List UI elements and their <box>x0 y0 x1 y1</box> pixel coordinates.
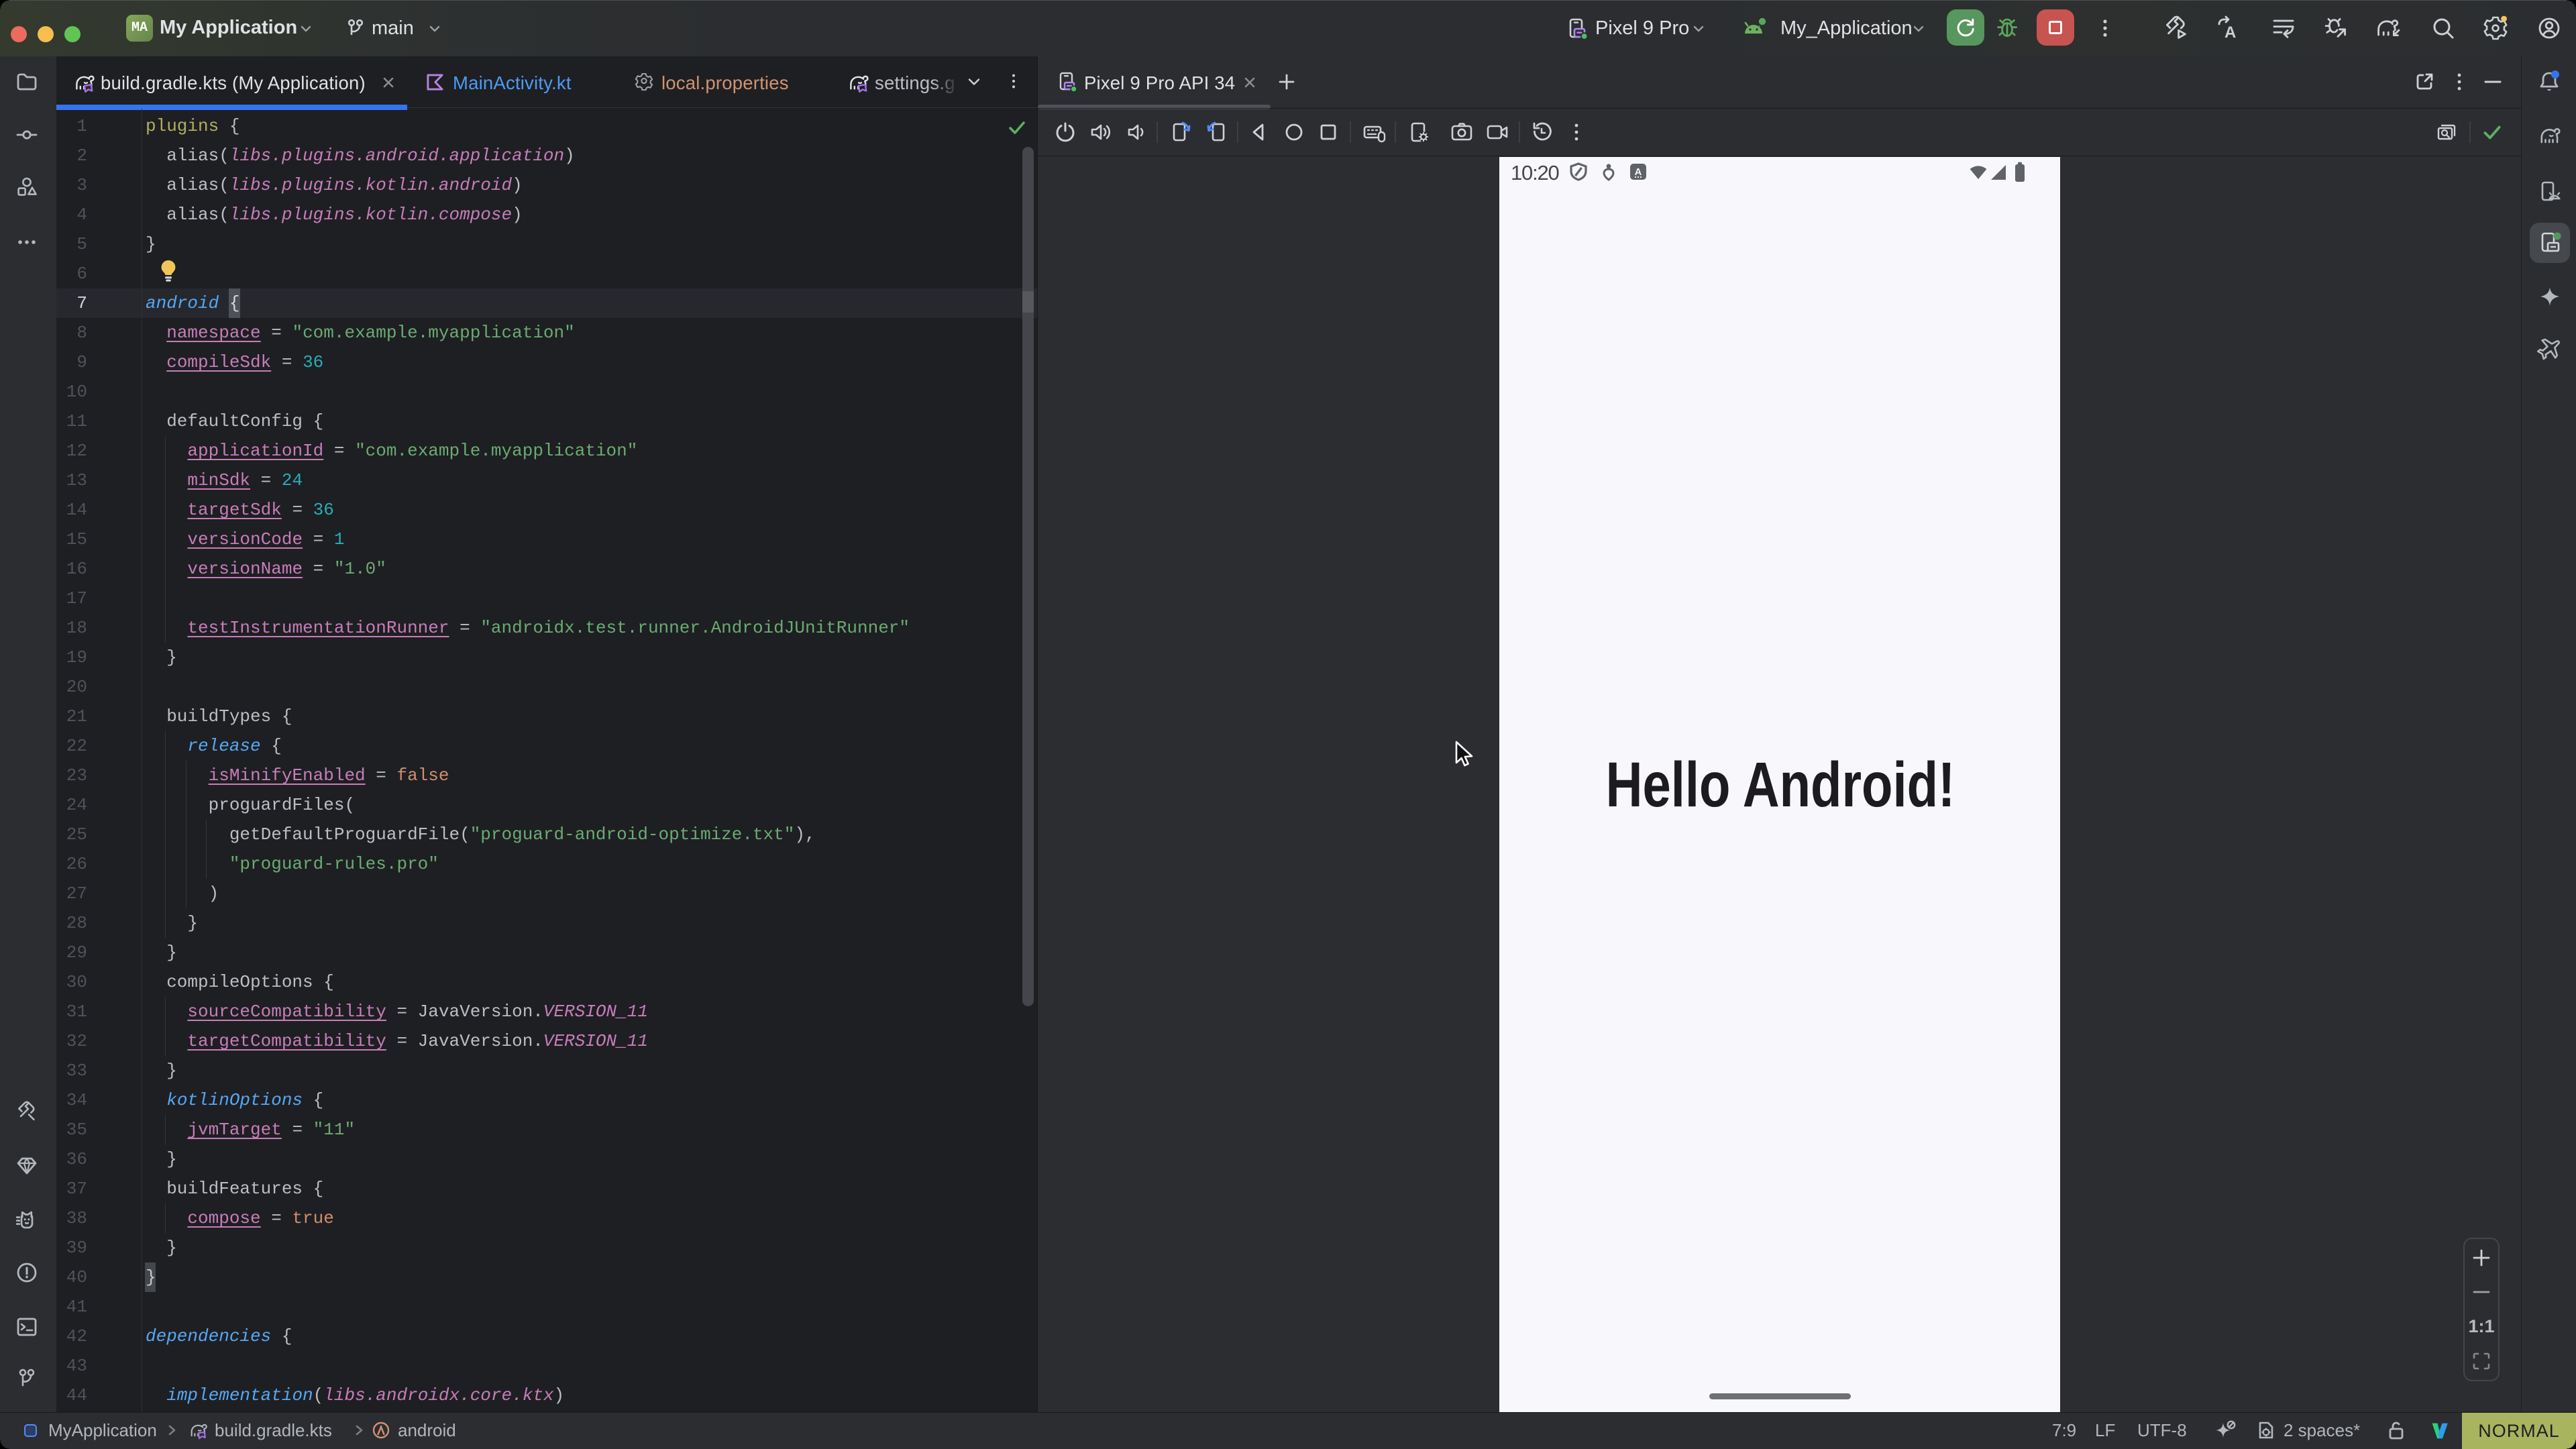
svg-text:A: A <box>2224 23 2236 42</box>
svg-text:A: A <box>1635 167 1642 178</box>
